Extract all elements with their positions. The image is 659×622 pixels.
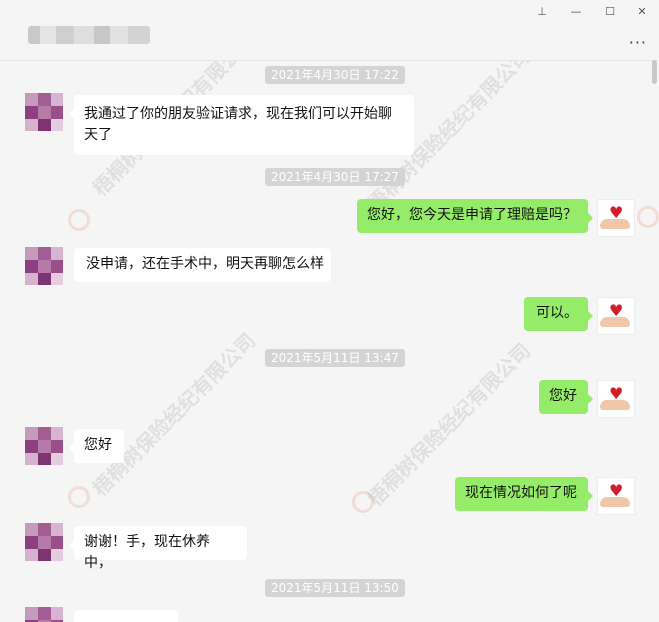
timestamp: 2021年5月11日 13:50 — [265, 579, 405, 597]
contact-avatar[interactable] — [25, 607, 63, 622]
maximize-icon[interactable]: ☐ — [600, 4, 620, 20]
watermark-logo — [68, 486, 90, 508]
chat-area: 梧桐树保险经纪有限公司 梧桐树保险经纪有限公司 梧桐树保险经纪有限公司 梧桐树保… — [0, 61, 659, 622]
timestamp: 2021年5月11日 13:47 — [265, 349, 405, 367]
minimize-icon[interactable]: — — [566, 4, 586, 20]
contact-avatar[interactable] — [25, 93, 63, 131]
watermark-logo — [68, 209, 90, 231]
contact-avatar[interactable] — [25, 523, 63, 561]
watermark-logo — [352, 491, 374, 513]
outgoing-message[interactable]: 可以。 — [524, 297, 593, 331]
incoming-message[interactable]: 我通过了你的朋友验证请求，现在我们可以开始聊天了 — [69, 95, 414, 155]
incoming-message[interactable]: 谢谢！手，现在休养中， — [69, 526, 247, 571]
close-icon[interactable]: ✕ — [632, 4, 652, 20]
outgoing-message[interactable]: 您好，您今天是申请了理赔是吗？ — [357, 199, 593, 233]
timestamp: 2021年4月30日 17:27 — [265, 168, 405, 186]
contact-avatar[interactable] — [25, 427, 63, 465]
incoming-message[interactable]: 您好 — [69, 429, 124, 463]
user-avatar[interactable]: ♥ — [597, 380, 635, 418]
user-avatar[interactable]: ♥ — [597, 477, 635, 515]
outgoing-message[interactable]: 现在情况如何了呢 — [455, 477, 593, 511]
more-dots-icon[interactable]: ··· — [629, 33, 647, 52]
incoming-message[interactable]: 没申请，还在手术中，明天再聊怎么样 — [74, 248, 331, 282]
title-bar: ⊥ — ☐ ✕ ··· — [0, 0, 659, 61]
timestamp: 2021年4月30日 17:22 — [265, 66, 405, 84]
watermark-logo — [637, 206, 659, 228]
user-avatar[interactable]: ♥ — [597, 297, 635, 335]
incoming-message-partial[interactable] — [74, 610, 178, 622]
watermark: 梧桐树保险经纪有限公司 — [87, 328, 261, 501]
contact-avatar[interactable] — [25, 247, 63, 285]
outgoing-message[interactable]: 您好 — [539, 380, 593, 414]
pin-icon[interactable]: ⊥ — [532, 4, 552, 20]
user-avatar[interactable]: ♥ — [597, 199, 635, 237]
contact-name-blurred — [28, 26, 150, 44]
